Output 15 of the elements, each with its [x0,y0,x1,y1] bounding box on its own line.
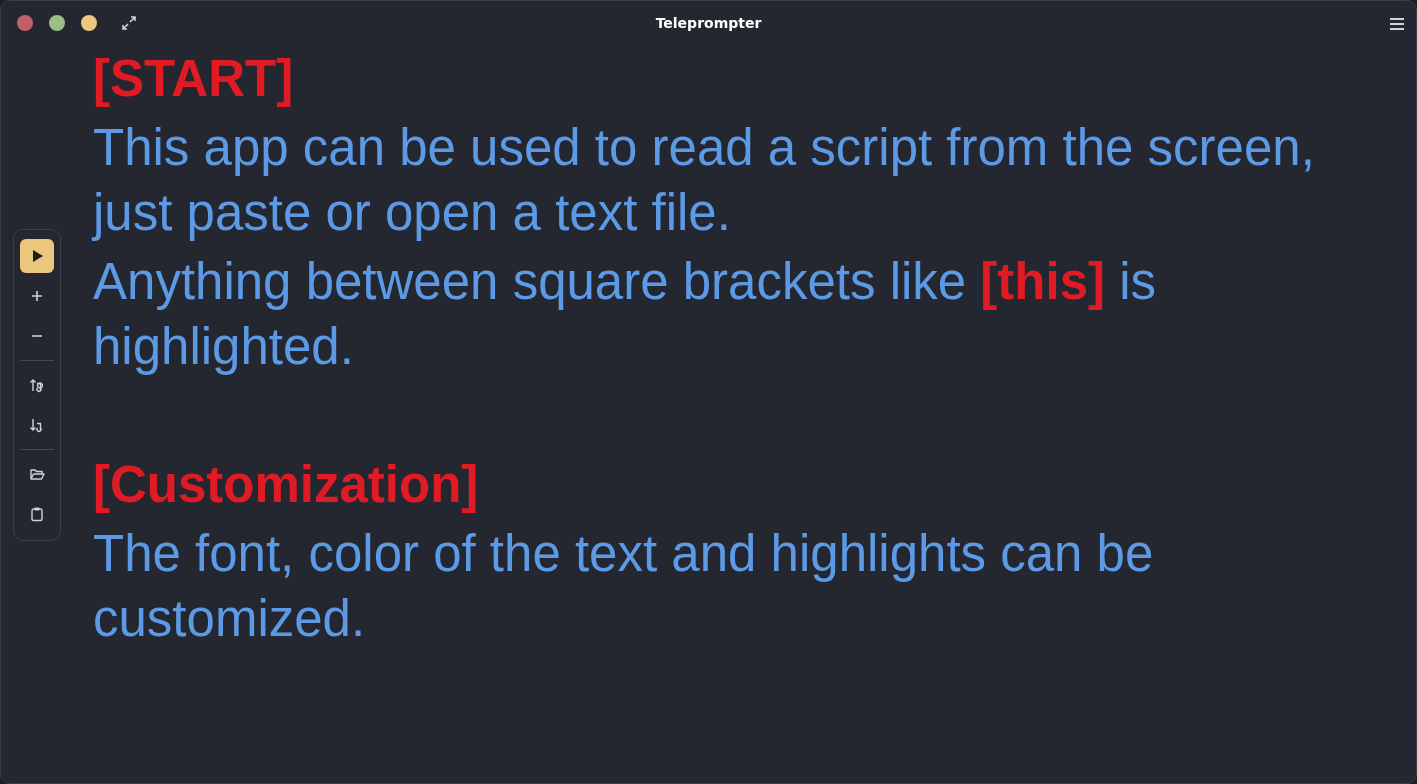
script-paragraph: Anything between square brackets like [this] is highlighted. [93,252,1157,377]
clipboard-icon [29,505,45,522]
text-decrease-icon [29,416,45,433]
close-button[interactable] [17,15,33,31]
play-button[interactable] [20,238,54,273]
minus-icon [32,334,42,337]
minimize-button[interactable] [49,15,65,31]
window-title: Teleprompter [655,14,762,33]
menu-icon[interactable] [1390,18,1404,30]
script-paragraph: The font, color of the text and highlights can be customized. [93,524,1155,649]
script-heading: [START] [93,49,295,109]
fullscreen-icon[interactable] [121,15,137,31]
script-paragraph: This app can be used to read a script from the screen, just paste or open a text file. [93,118,1316,243]
script-heading: [Customization] [93,455,480,515]
maximize-button[interactable] [81,15,97,31]
